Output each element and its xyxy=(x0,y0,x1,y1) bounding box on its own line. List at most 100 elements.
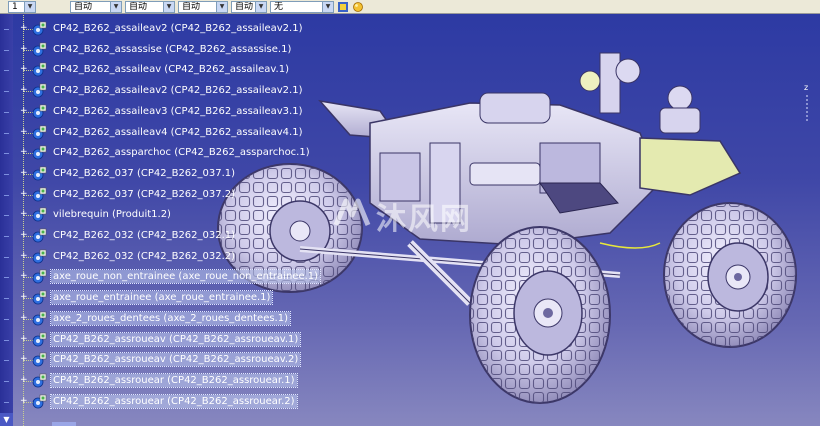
expand-plus-icon[interactable]: + xyxy=(20,334,28,343)
expand-plus-icon[interactable]: + xyxy=(20,168,28,177)
combo-5[interactable]: 无 ▼ xyxy=(270,0,334,13)
product-gear-icon xyxy=(32,187,47,201)
expand-plus-icon[interactable]: + xyxy=(20,272,28,281)
chevron-down-icon[interactable]: ▼ xyxy=(163,1,174,12)
combo-3[interactable]: 自动 ▼ xyxy=(178,0,228,13)
tree-item-label: CP42_B262_assaileav (CP42_B262_assaileav… xyxy=(53,64,289,76)
tree-item-18[interactable]: + CP42_B262_assrouear (CP42_B262_assroue… xyxy=(0,371,330,391)
expand-plus-icon[interactable]: + xyxy=(20,293,28,302)
expand-plus-icon[interactable]: + xyxy=(20,86,28,95)
tree-item-8[interactable]: + CP42_B262_037 (CP42_B262_037.1) xyxy=(0,164,330,184)
tree-item-19[interactable]: + CP42_B262_assrouear (CP42_B262_assroue… xyxy=(0,392,330,412)
expand-plus-icon[interactable]: + xyxy=(20,24,28,33)
expand-plus-icon[interactable]: + xyxy=(20,313,28,322)
product-gear-icon xyxy=(32,352,47,367)
expand-plus-icon[interactable]: + xyxy=(20,251,28,260)
scrollbar-tick xyxy=(4,360,9,362)
chevron-down-icon[interactable]: ▼ xyxy=(110,1,121,12)
expand-plus-icon[interactable]: + xyxy=(20,189,28,198)
chevron-down-icon[interactable]: ▼ xyxy=(216,1,227,12)
product-gear-icon xyxy=(32,42,47,57)
tree-item-9[interactable]: + CP42_B262_037 (CP42_B262_037.2) xyxy=(0,185,330,205)
expand-plus-icon[interactable]: + xyxy=(20,375,28,384)
tree-item-15[interactable]: + axe_2_roues_dentees (axe_2_roues_dente… xyxy=(0,309,330,329)
expand-plus-icon[interactable]: + xyxy=(20,127,28,136)
product-gear-icon xyxy=(32,394,47,408)
layer-combo[interactable]: 1 ▼ xyxy=(8,0,36,13)
tree-item-17[interactable]: + CP42_B262_assroueav (CP42_B262_assroue… xyxy=(0,350,330,370)
tree-item-label: CP42_B262_assaileav2 (CP42_B262_assailea… xyxy=(53,85,303,97)
tree-item-2[interactable]: + CP42_B262_assassise (CP42_B262_assassi… xyxy=(0,40,330,60)
combo-1-value: 自动 xyxy=(74,1,93,12)
expand-plus-icon[interactable]: + xyxy=(20,231,28,240)
tree-item-label: vilebrequin (Produit1.2) xyxy=(53,209,171,221)
chevron-down-icon[interactable]: ▼ xyxy=(255,1,266,12)
tree-item-4[interactable]: + CP42_B262_assaileav2 (CP42_B262_assail… xyxy=(0,81,330,101)
tree-item-label: CP42_B262_037 (CP42_B262_037.1) xyxy=(53,167,236,179)
watermark: 沐风网 xyxy=(332,191,492,241)
scrollbar-tick xyxy=(4,91,9,93)
tree-item-label: CP42_B262_assparchoc (CP42_B262_assparch… xyxy=(53,147,310,159)
expand-plus-icon[interactable]: + xyxy=(20,44,28,53)
scrollbar-tick xyxy=(4,380,9,382)
product-gear-icon xyxy=(32,125,47,139)
expand-plus-icon[interactable]: + xyxy=(20,355,28,364)
scroll-down-icon[interactable]: ▼ xyxy=(0,413,13,426)
compass-axis-icon xyxy=(806,95,808,121)
watermark-text: 沐风网 xyxy=(376,202,472,237)
tree-item-label: CP42_B262_037 (CP42_B262_037.2) xyxy=(53,188,236,200)
product-gear-icon xyxy=(32,270,47,284)
chevron-down-icon[interactable]: ▼ xyxy=(322,1,333,12)
expand-plus-icon[interactable]: + xyxy=(20,106,28,115)
toolbar: 1 ▼ 自动 ▼ 自动 ▼ 自动 ▼ 自动 ▼ 无 ▼ xyxy=(0,0,820,14)
watermark-logo-icon xyxy=(333,198,371,226)
expand-plus-icon[interactable]: + xyxy=(20,396,28,405)
tree-item-label: CP42_B262_assaileav4 (CP42_B262_assailea… xyxy=(53,126,303,138)
tree-item-label: CP42_B262_assrouear (CP42_B262_assrouear… xyxy=(50,393,298,409)
tree-item-11[interactable]: + CP42_B262_032 (CP42_B262_032.1) xyxy=(0,226,330,246)
tree-item-13[interactable]: + axe_roue_non_entrainee (axe_roue_non_e… xyxy=(0,267,330,287)
tree-item-5[interactable]: + CP42_B262_assaileav3 (CP42_B262_assail… xyxy=(0,102,330,122)
expand-plus-icon[interactable]: + xyxy=(20,148,28,157)
tree-item-label: axe_roue_entrainee (axe_roue_entrainee.1… xyxy=(49,290,274,306)
expand-plus-icon[interactable]: + xyxy=(20,65,28,74)
scrollbar-tick xyxy=(4,339,9,341)
chevron-down-icon[interactable]: ▼ xyxy=(24,1,35,12)
tree-item-6[interactable]: + CP42_B262_assaileav4 (CP42_B262_assail… xyxy=(0,123,330,143)
scrollbar-tick xyxy=(4,236,9,237)
product-gear-icon xyxy=(32,290,47,305)
product-gear-icon xyxy=(32,228,47,243)
product-gear-icon xyxy=(32,166,47,181)
combo-4[interactable]: 自动 ▼ xyxy=(231,0,267,13)
scrollbar-tick xyxy=(4,277,9,279)
combo-3-value: 自动 xyxy=(182,1,201,12)
combo-1[interactable]: 自动 ▼ xyxy=(70,0,122,13)
tree-item-12[interactable]: + CP42_B262_032 (CP42_B262_032.2) xyxy=(0,247,330,267)
scrollbar-tick xyxy=(4,298,9,300)
tree-item-label: axe_roue_non_entrainee (axe_roue_non_ent… xyxy=(49,269,322,285)
scrollbar-tick xyxy=(4,49,9,51)
tree-item-label: axe_2_roues_dentees (axe_2_roues_dentees… xyxy=(50,310,291,326)
tree-item-label: CP42_B262_assroueav (CP42_B262_assroueav… xyxy=(49,331,302,347)
scrollbar-tick xyxy=(4,401,9,403)
format-painter-icon[interactable] xyxy=(337,1,349,13)
tree-item-16[interactable]: + CP42_B262_assroueav (CP42_B262_assroue… xyxy=(0,330,330,350)
scrollbar-tick xyxy=(4,111,9,113)
scrollbar-tick xyxy=(4,132,9,134)
expand-plus-icon[interactable]: + xyxy=(20,210,28,219)
scrollbar-tick xyxy=(4,194,9,196)
compass[interactable]: z xyxy=(800,83,814,123)
tree-item-7[interactable]: + CP42_B262_assparchoc (CP42_B262_asspar… xyxy=(0,143,330,163)
tree-item-label: CP42_B262_assrouear (CP42_B262_assrouear… xyxy=(50,372,298,388)
tree-item-10[interactable]: + vilebrequin (Produit1.2) xyxy=(0,205,330,225)
tree-item-14[interactable]: + axe_roue_entrainee (axe_roue_entrainee… xyxy=(0,288,330,308)
tree-item-3[interactable]: + CP42_B262_assaileav (CP42_B262_assaile… xyxy=(0,60,330,80)
specification-tree: + CP42_B262_assaileav2 (CP42_B262_assail… xyxy=(0,0,330,426)
product-gear-icon xyxy=(32,145,47,160)
color-ball-icon[interactable] xyxy=(352,1,364,13)
tree-item-1[interactable]: + CP42_B262_assaileav2 (CP42_B262_assail… xyxy=(0,19,330,39)
tree-item-label: CP42_B262_assassise (CP42_B262_assassise… xyxy=(53,43,292,55)
scrollbar-tick xyxy=(4,318,9,320)
combo-2[interactable]: 自动 ▼ xyxy=(125,0,175,13)
tree-scrollbar[interactable]: ▼ xyxy=(0,0,13,426)
